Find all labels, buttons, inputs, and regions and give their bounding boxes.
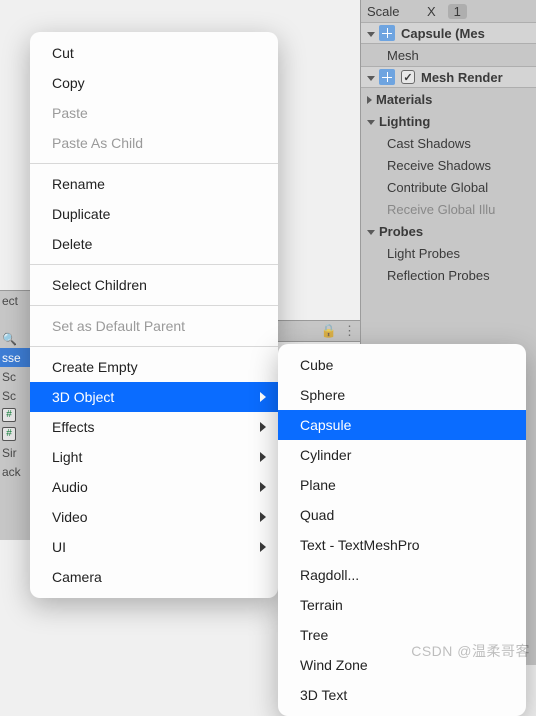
submenu-item-ragdoll-[interactable]: Ragdoll... (278, 560, 526, 590)
menu-item-video[interactable]: Video (30, 502, 278, 532)
receive-global-field: Receive Global Illu (361, 198, 536, 220)
menu-separator (30, 163, 278, 164)
lighting-foldout[interactable]: Lighting (361, 110, 536, 132)
menu-item-camera[interactable]: Camera (30, 562, 278, 592)
3d-object-submenu[interactable]: CubeSphereCapsuleCylinderPlaneQuadText -… (278, 344, 526, 716)
menu-item-duplicate[interactable]: Duplicate (30, 199, 278, 229)
submenu-item-text-textmeshpro[interactable]: Text - TextMeshPro (278, 530, 526, 560)
menu-item-light[interactable]: Light (30, 442, 278, 472)
menu-item-effects[interactable]: Effects (30, 412, 278, 442)
transform-scale-row: Scale X 1 (361, 0, 536, 22)
light-probes-field[interactable]: Light Probes (361, 242, 536, 264)
menu-item-cut[interactable]: Cut (30, 38, 278, 68)
menu-item-delete[interactable]: Delete (30, 229, 278, 259)
more-icon[interactable]: ⋮ (343, 323, 356, 339)
probes-foldout[interactable]: Probes (361, 220, 536, 242)
mesh-renderer-toggle[interactable] (401, 70, 415, 84)
submenu-item-wind-zone[interactable]: Wind Zone (278, 650, 526, 680)
submenu-item-sphere[interactable]: Sphere (278, 380, 526, 410)
menu-item-set-as-default-parent: Set as Default Parent (30, 311, 278, 341)
menu-separator (30, 346, 278, 347)
contribute-global-field[interactable]: Contribute Global (361, 176, 536, 198)
receive-shadows-field[interactable]: Receive Shadows (361, 154, 536, 176)
reflection-probes-field[interactable]: Reflection Probes (361, 264, 536, 286)
submenu-item-capsule[interactable]: Capsule (278, 410, 526, 440)
lock-icon[interactable]: 🔒 (321, 323, 337, 339)
submenu-item-tree[interactable]: Tree (278, 620, 526, 650)
menu-item-3d-object[interactable]: 3D Object (30, 382, 278, 412)
menu-item-rename[interactable]: Rename (30, 169, 278, 199)
menu-item-select-children[interactable]: Select Children (30, 270, 278, 300)
menu-item-copy[interactable]: Copy (30, 68, 278, 98)
submenu-item-terrain[interactable]: Terrain (278, 590, 526, 620)
submenu-item-quad[interactable]: Quad (278, 500, 526, 530)
submenu-item-cube[interactable]: Cube (278, 350, 526, 380)
menu-separator (30, 305, 278, 306)
menu-item-audio[interactable]: Audio (30, 472, 278, 502)
menu-item-paste: Paste (30, 98, 278, 128)
submenu-item-cylinder[interactable]: Cylinder (278, 440, 526, 470)
menu-item-paste-as-child: Paste As Child (30, 128, 278, 158)
cast-shadows-field[interactable]: Cast Shadows (361, 132, 536, 154)
menu-item-create-empty[interactable]: Create Empty (30, 352, 278, 382)
mesh-field[interactable]: Mesh (361, 44, 536, 66)
submenu-item-plane[interactable]: Plane (278, 470, 526, 500)
materials-foldout[interactable]: Materials (361, 88, 536, 110)
menu-separator (30, 264, 278, 265)
menu-item-ui[interactable]: UI (30, 532, 278, 562)
hierarchy-context-menu[interactable]: CutCopyPastePaste As Child RenameDuplicat… (30, 32, 278, 598)
mesh-filter-header[interactable]: Capsule (Mes (361, 22, 536, 44)
mesh-renderer-header[interactable]: Mesh Render (361, 66, 536, 88)
submenu-item-3d-text[interactable]: 3D Text (278, 680, 526, 710)
